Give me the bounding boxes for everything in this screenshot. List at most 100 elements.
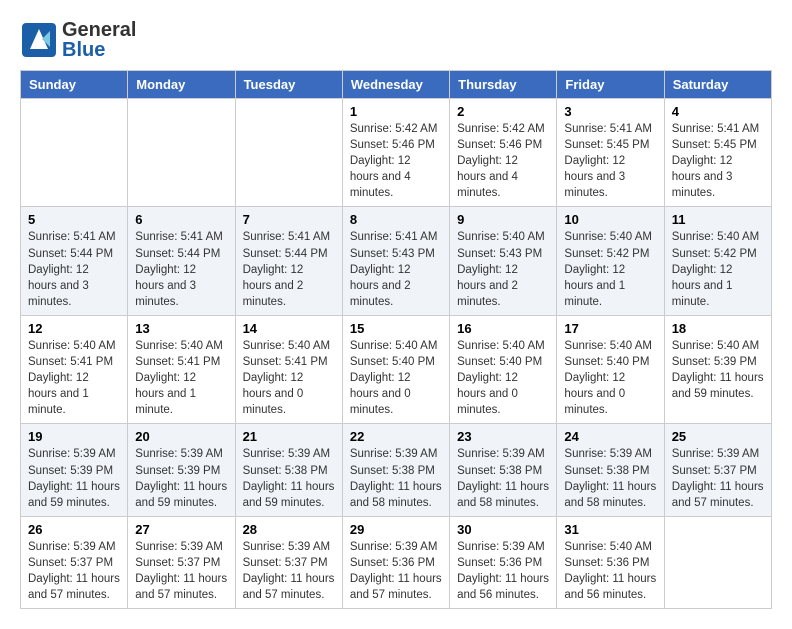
day-info: Sunrise: 5:39 AMSunset: 5:38 PMDaylight:… [564,446,656,510]
day-number: 18 [672,321,764,336]
day-info: Sunrise: 5:40 AMSunset: 5:40 PMDaylight:… [350,338,442,418]
day-info: Sunrise: 5:41 AMSunset: 5:45 PMDaylight:… [672,121,764,201]
calendar-week-5: 26 Sunrise: 5:39 AMSunset: 5:37 PMDayligh… [21,516,772,608]
day-info: Sunrise: 5:41 AMSunset: 5:44 PMDaylight:… [135,229,227,309]
day-number: 20 [135,429,227,444]
day-info: Sunrise: 5:40 AMSunset: 5:40 PMDaylight:… [457,338,549,418]
calendar-cell: 15 Sunrise: 5:40 AMSunset: 5:40 PMDayligh… [342,315,449,423]
day-number: 26 [28,522,120,537]
day-number: 14 [243,321,335,336]
calendar-cell: 5 Sunrise: 5:41 AMSunset: 5:44 PMDaylight… [21,207,128,315]
day-number: 31 [564,522,656,537]
calendar-cell: 1Sunrise: 5:42 AMSunset: 5:46 PMDaylight… [342,99,449,207]
calendar-cell: 23 Sunrise: 5:39 AMSunset: 5:38 PMDayligh… [450,424,557,516]
day-info: Sunrise: 5:42 AMSunset: 5:46 PMDaylight:… [350,121,442,201]
day-number: 16 [457,321,549,336]
day-info: Sunrise: 5:40 AMSunset: 5:42 PMDaylight:… [564,229,656,309]
day-number: 22 [350,429,442,444]
day-info: Sunrise: 5:39 AMSunset: 5:37 PMDaylight:… [672,446,764,510]
day-number: 29 [350,522,442,537]
calendar-header-row: SundayMondayTuesdayWednesdayThursdayFrid… [21,71,772,99]
calendar-cell: 24 Sunrise: 5:39 AMSunset: 5:38 PMDayligh… [557,424,664,516]
column-header-thursday: Thursday [450,71,557,99]
day-number: 2 [457,104,549,119]
day-info: Sunrise: 5:39 AMSunset: 5:38 PMDaylight:… [457,446,549,510]
calendar-cell: 7Sunrise: 5:41 AMSunset: 5:44 PMDaylight… [235,207,342,315]
day-number: 21 [243,429,335,444]
day-number: 11 [672,212,764,227]
day-number: 5 [28,212,120,227]
day-info: Sunrise: 5:39 AMSunset: 5:37 PMDaylight:… [28,539,120,603]
calendar-week-2: 5 Sunrise: 5:41 AMSunset: 5:44 PMDaylight… [21,207,772,315]
calendar-cell: 2 Sunrise: 5:42 AMSunset: 5:46 PMDaylight… [450,99,557,207]
day-info: Sunrise: 5:41 AMSunset: 5:45 PMDaylight:… [564,121,656,201]
calendar-cell: 30 Sunrise: 5:39 AMSunset: 5:36 PMDayligh… [450,516,557,608]
calendar-cell: 11 Sunrise: 5:40 AMSunset: 5:42 PMDayligh… [664,207,771,315]
day-info: Sunrise: 5:41 AMSunset: 5:44 PMDaylight:… [28,229,120,309]
calendar-cell [235,99,342,207]
day-info: Sunrise: 5:39 AMSunset: 5:39 PMDaylight:… [28,446,120,510]
day-info: Sunrise: 5:42 AMSunset: 5:46 PMDaylight:… [457,121,549,201]
day-number: 19 [28,429,120,444]
day-info: Sunrise: 5:39 AMSunset: 5:37 PMDaylight:… [243,539,335,603]
day-info: Sunrise: 5:40 AMSunset: 5:41 PMDaylight:… [243,338,335,418]
calendar-cell: 22 Sunrise: 5:39 AMSunset: 5:38 PMDayligh… [342,424,449,516]
column-header-saturday: Saturday [664,71,771,99]
day-info: Sunrise: 5:40 AMSunset: 5:40 PMDaylight:… [564,338,656,418]
day-number: 13 [135,321,227,336]
calendar-cell: 27 Sunrise: 5:39 AMSunset: 5:37 PMDayligh… [128,516,235,608]
calendar-cell: 29Sunrise: 5:39 AMSunset: 5:36 PMDayligh… [342,516,449,608]
day-number: 23 [457,429,549,444]
day-number: 30 [457,522,549,537]
day-info: Sunrise: 5:39 AMSunset: 5:37 PMDaylight:… [135,539,227,603]
day-info: Sunrise: 5:40 AMSunset: 5:41 PMDaylight:… [135,338,227,418]
calendar-cell: 21 Sunrise: 5:39 AMSunset: 5:38 PMDayligh… [235,424,342,516]
day-number: 9 [457,212,549,227]
calendar-week-1: 1Sunrise: 5:42 AMSunset: 5:46 PMDaylight… [21,99,772,207]
logo-text: General Blue [62,20,136,60]
day-number: 10 [564,212,656,227]
calendar-cell: 10 Sunrise: 5:40 AMSunset: 5:42 PMDayligh… [557,207,664,315]
calendar-cell: 16 Sunrise: 5:40 AMSunset: 5:40 PMDayligh… [450,315,557,423]
calendar-cell [128,99,235,207]
day-number: 7 [243,212,335,227]
calendar-cell [21,99,128,207]
day-info: Sunrise: 5:40 AMSunset: 5:39 PMDaylight:… [672,338,764,402]
column-header-wednesday: Wednesday [342,71,449,99]
column-header-sunday: Sunday [21,71,128,99]
day-info: Sunrise: 5:41 AMSunset: 5:43 PMDaylight:… [350,229,442,309]
logo-icon [20,21,58,59]
calendar-table: SundayMondayTuesdayWednesdayThursdayFrid… [20,70,772,609]
calendar-cell: 19 Sunrise: 5:39 AMSunset: 5:39 PMDayligh… [21,424,128,516]
day-info: Sunrise: 5:39 AMSunset: 5:38 PMDaylight:… [350,446,442,510]
day-number: 28 [243,522,335,537]
day-number: 24 [564,429,656,444]
day-number: 27 [135,522,227,537]
day-number: 6 [135,212,227,227]
logo: General Blue [20,20,136,60]
day-info: Sunrise: 5:40 AMSunset: 5:41 PMDaylight:… [28,338,120,418]
calendar-cell: 3 Sunrise: 5:41 AMSunset: 5:45 PMDaylight… [557,99,664,207]
column-header-friday: Friday [557,71,664,99]
calendar-cell: 31Sunrise: 5:40 AMSunset: 5:36 PMDayligh… [557,516,664,608]
column-header-monday: Monday [128,71,235,99]
day-info: Sunrise: 5:39 AMSunset: 5:38 PMDaylight:… [243,446,335,510]
day-number: 17 [564,321,656,336]
day-number: 3 [564,104,656,119]
calendar-cell: 4 Sunrise: 5:41 AMSunset: 5:45 PMDaylight… [664,99,771,207]
calendar-cell: 20Sunrise: 5:39 AMSunset: 5:39 PMDayligh… [128,424,235,516]
day-info: Sunrise: 5:40 AMSunset: 5:42 PMDaylight:… [672,229,764,309]
calendar-cell: 8Sunrise: 5:41 AMSunset: 5:43 PMDaylight… [342,207,449,315]
day-info: Sunrise: 5:39 AMSunset: 5:36 PMDaylight:… [457,539,549,603]
day-number: 25 [672,429,764,444]
calendar-cell: 17 Sunrise: 5:40 AMSunset: 5:40 PMDayligh… [557,315,664,423]
column-header-tuesday: Tuesday [235,71,342,99]
page-header: General Blue [20,20,772,60]
day-number: 15 [350,321,442,336]
calendar-week-3: 12Sunrise: 5:40 AMSunset: 5:41 PMDayligh… [21,315,772,423]
day-number: 4 [672,104,764,119]
day-info: Sunrise: 5:40 AMSunset: 5:43 PMDaylight:… [457,229,549,309]
calendar-cell [664,516,771,608]
calendar-cell: 6 Sunrise: 5:41 AMSunset: 5:44 PMDaylight… [128,207,235,315]
calendar-cell: 14 Sunrise: 5:40 AMSunset: 5:41 PMDayligh… [235,315,342,423]
